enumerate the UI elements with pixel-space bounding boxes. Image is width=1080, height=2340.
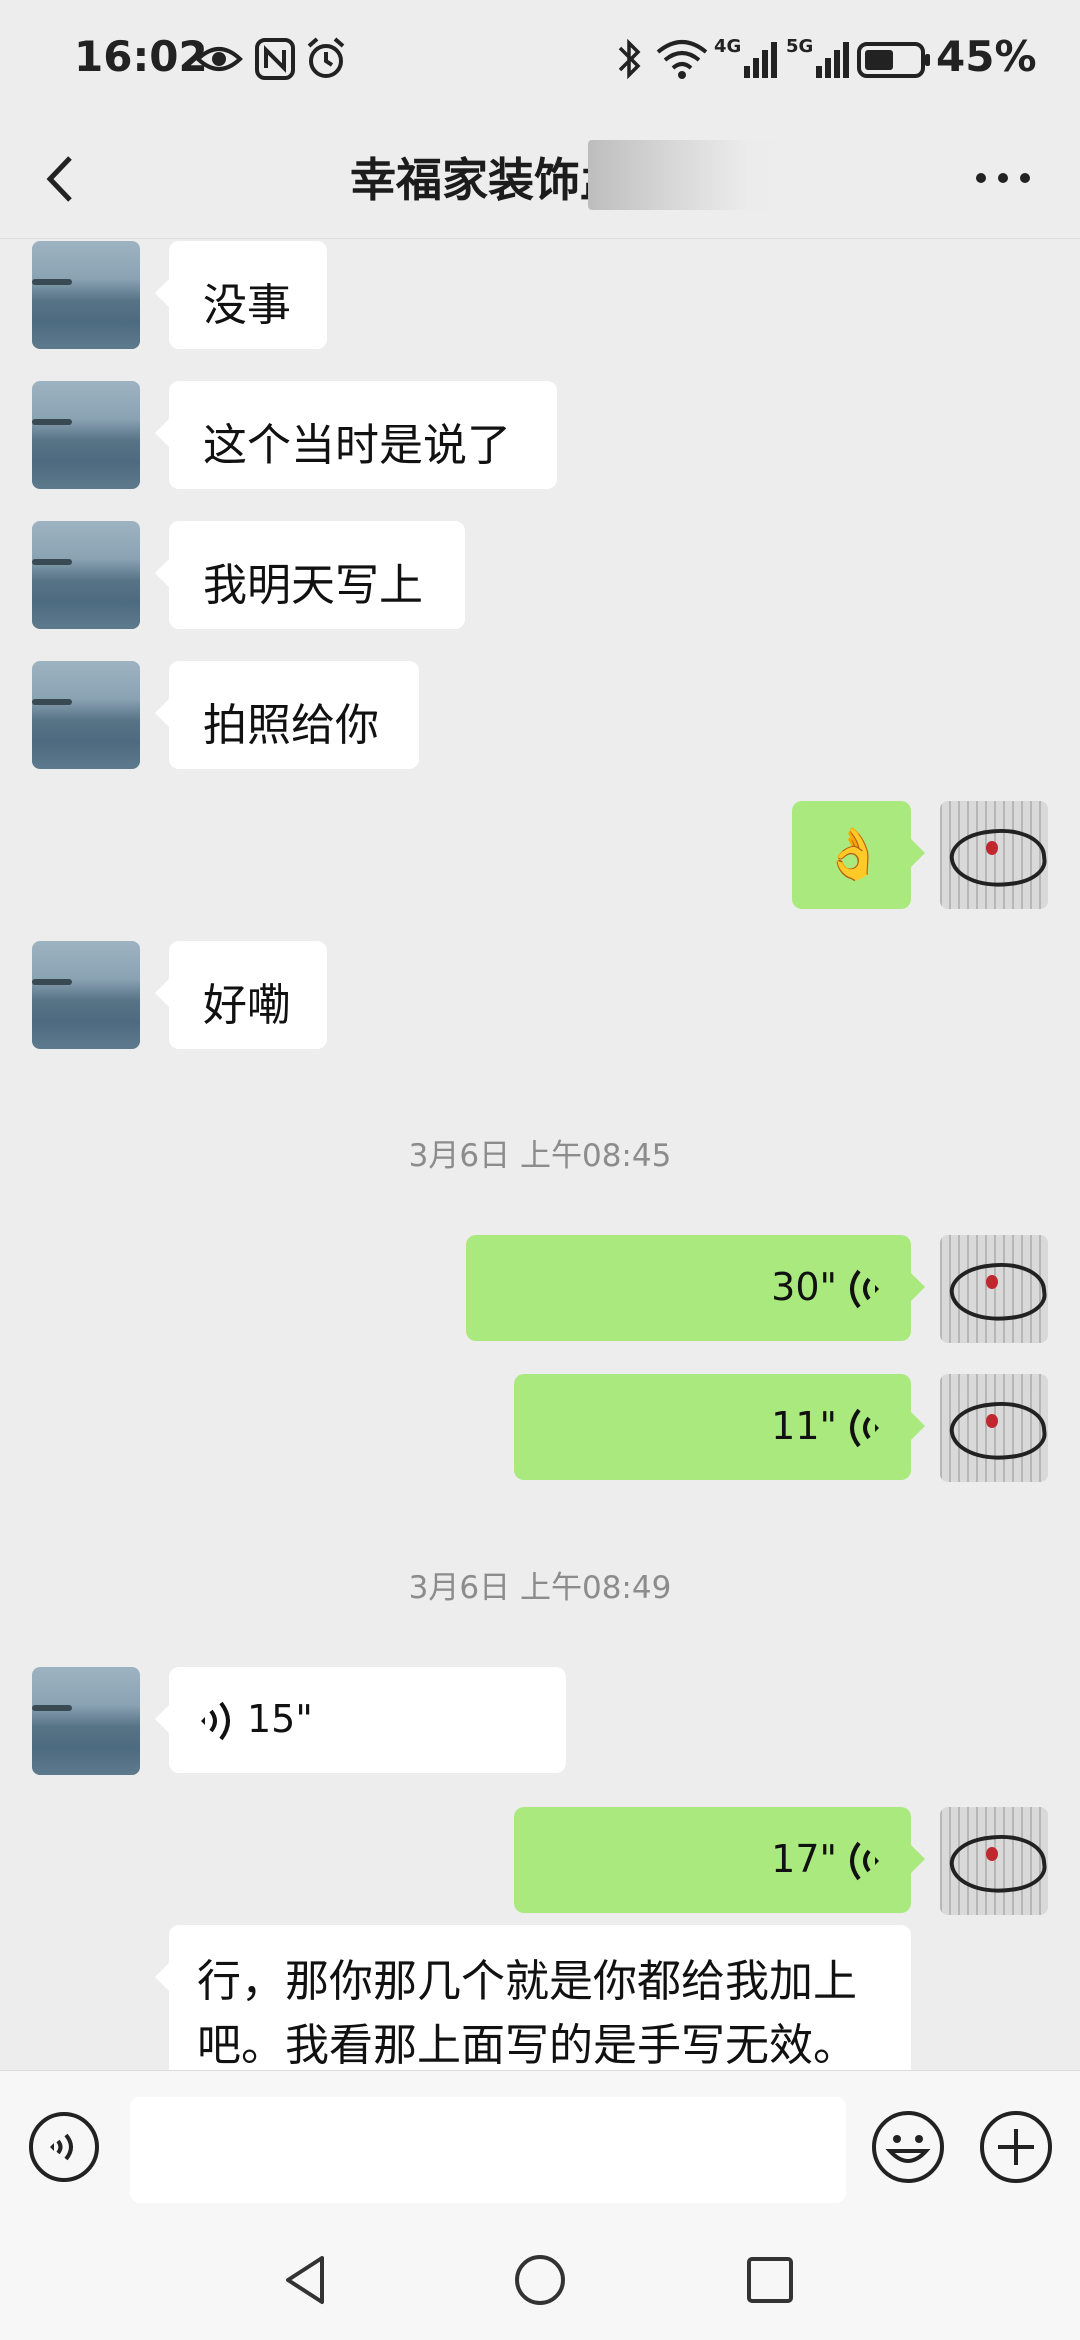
voice-duration: 17" [771, 1837, 837, 1881]
incoming-message[interactable]: 行，那你那几个就是你都给我加上 吧。我看那上面写的是手写无效。 [155, 1925, 911, 2070]
outgoing-message[interactable]: 👌 [792, 801, 925, 909]
plus-button[interactable] [978, 2109, 1054, 2185]
contact-avatar[interactable] [32, 661, 140, 769]
nav-recent-button[interactable] [740, 2250, 800, 2310]
voice-toggle-button[interactable] [28, 2111, 100, 2183]
contact-avatar[interactable] [32, 381, 140, 489]
nav-home-button[interactable] [510, 2250, 570, 2310]
chat-area[interactable]: 没事 这个当时是说了 我明天写上 拍照给你 👌 好嘞 3月6日 上午08:45 … [0, 0, 1080, 2070]
message-text: 我明天写上 [203, 560, 423, 611]
voice-duration: 15" [247, 1697, 313, 1741]
message-text: 好嘞 [203, 980, 291, 1031]
my-avatar[interactable] [940, 1374, 1048, 1482]
incoming-message[interactable]: 拍照给你 [155, 661, 419, 769]
message-timestamp: 3月6日 上午08:45 [408, 1138, 672, 1174]
voice-wave-icon [201, 1701, 230, 1741]
voice-message[interactable]: 30" [466, 1235, 925, 1341]
message-text: 没事 [203, 280, 291, 331]
system-nav-bar [0, 2220, 1080, 2340]
ok-hand-emoji: 👌 [822, 825, 885, 883]
message-text-line: 吧。我看那上面写的是手写无效。 [197, 2020, 857, 2070]
voice-wave-icon [850, 1841, 879, 1881]
incoming-message[interactable]: 没事 [155, 241, 327, 349]
contact-avatar[interactable] [32, 241, 140, 349]
message-text: 这个当时是说了 [203, 420, 511, 471]
emoji-button[interactable] [870, 2109, 946, 2185]
message-text: 拍照给你 [203, 700, 379, 751]
my-avatar[interactable] [940, 801, 1048, 909]
nav-back-button[interactable] [278, 2250, 338, 2310]
input-bar [0, 2070, 1080, 2221]
voice-message[interactable]: 15" [155, 1667, 566, 1773]
voice-duration: 30" [771, 1265, 837, 1309]
voice-wave-icon [850, 1408, 879, 1448]
contact-avatar[interactable] [32, 521, 140, 629]
incoming-message[interactable]: 这个当时是说了 [155, 381, 557, 489]
my-avatar[interactable] [940, 1807, 1048, 1915]
incoming-message[interactable]: 我明天写上 [155, 521, 465, 629]
message-input[interactable] [130, 2097, 846, 2203]
incoming-message[interactable]: 好嘞 [155, 941, 327, 1049]
message-text-line: 行，那你那几个就是你都给我加上 [197, 1956, 857, 2007]
contact-avatar[interactable] [32, 941, 140, 1049]
my-avatar[interactable] [940, 1235, 1048, 1343]
voice-message[interactable]: 11" [514, 1374, 925, 1480]
voice-duration: 11" [771, 1404, 837, 1448]
message-timestamp: 3月6日 上午08:49 [408, 1570, 672, 1606]
voice-message[interactable]: 17" [514, 1807, 925, 1913]
voice-wave-icon [850, 1269, 879, 1309]
contact-avatar[interactable] [32, 1667, 140, 1775]
